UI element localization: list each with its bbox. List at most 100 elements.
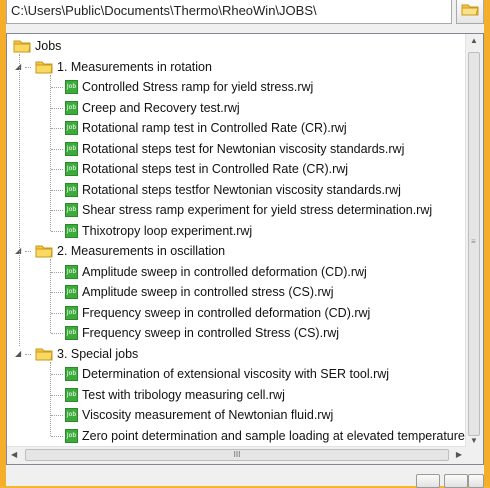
job-file-icon: Job xyxy=(65,121,78,135)
tree-item-label: Test with tribology measuring cell.rwj xyxy=(82,387,285,402)
job-file-icon: Job xyxy=(65,182,78,197)
tree-item-label: Creep and Recovery test.rwj xyxy=(82,100,240,115)
horizontal-scrollbar[interactable]: ◀ III ▶ xyxy=(7,446,466,464)
jobs-tree[interactable]: Jobs ◢ 1. Measurements in rotation Job Cont… xyxy=(6,33,484,465)
tree-connector xyxy=(50,361,51,436)
tree-item[interactable]: Job Rotational steps test in Controlled R… xyxy=(65,159,348,179)
job-file-icon: Job xyxy=(65,162,78,176)
tree-item-label: Frequency sweep in controlled Stress (CS… xyxy=(82,326,340,340)
scroll-down-icon[interactable]: ▼ xyxy=(470,436,478,445)
tree-connector xyxy=(51,374,63,375)
tree-item-label: Amplitude sweep in controlled deformatio… xyxy=(82,264,367,279)
job-file-icon: Job xyxy=(65,387,78,402)
tree-group-label: 2. Measurements in oscillation xyxy=(57,244,226,258)
tree-item[interactable]: Job Frequency sweep in controlled Stress … xyxy=(65,323,339,343)
job-file-icon: Job xyxy=(65,285,78,299)
tree-item-label: Rotational ramp test in Controlled Rate … xyxy=(82,121,347,135)
tree-group-2[interactable]: 2. Measurements in oscillation xyxy=(35,241,225,261)
tree-connector xyxy=(51,107,63,109)
tree-connector xyxy=(25,66,31,68)
tree-item-label: Thixotropy loop experiment.rwj xyxy=(82,223,253,238)
scroll-up-icon[interactable]: ▲ xyxy=(470,36,478,45)
tree-item[interactable]: Job Rotational ramp test in Controlled Ra… xyxy=(65,118,347,138)
tree-connector xyxy=(51,189,63,191)
folder-open-icon xyxy=(461,2,479,21)
tree-item[interactable]: Job Frequency sweep in controlled deforma… xyxy=(65,303,370,323)
tree-item-label: Shear stress ramp experiment for yield s… xyxy=(82,203,433,217)
tree-item[interactable]: Job Rotational steps testfor Newtonian vi… xyxy=(65,180,401,200)
tree-item-label: Zero point determination and sample load… xyxy=(82,428,466,443)
tree-item-label: Rotational steps testfor Newtonian visco… xyxy=(82,182,401,197)
tree-item[interactable]: Job Controlled Stress ramp for yield stre… xyxy=(65,77,313,97)
folder-open-icon xyxy=(13,39,31,53)
tree-item[interactable]: Job Rotational steps test for Newtonian v… xyxy=(65,139,404,159)
path-field[interactable]: C:\Users\Public\Documents\Thermo\RheoWin… xyxy=(6,0,452,24)
folder-open-icon xyxy=(35,347,53,361)
tree-item-label: Controlled Stress ramp for yield stress.… xyxy=(82,80,314,94)
horizontal-scroll-thumb[interactable]: III xyxy=(25,449,449,461)
tree-item-label: Rotational steps test in Controlled Rate… xyxy=(82,162,349,176)
tree-group-3[interactable]: 3. Special jobs xyxy=(35,344,138,364)
browse-folder-button[interactable] xyxy=(456,0,484,24)
job-file-icon: Job xyxy=(65,428,78,443)
tree-item[interactable]: Job Thixotropy loop experiment.rwj xyxy=(65,221,252,241)
job-file-icon: Job xyxy=(65,305,78,320)
tree-connector xyxy=(50,74,51,231)
job-file-icon: Job xyxy=(65,141,78,156)
tree-connector xyxy=(51,148,63,150)
tree-item[interactable]: Job Amplitude sweep in controlled deforma… xyxy=(65,262,367,282)
tree-connector xyxy=(51,271,63,273)
tree-item-label: Rotational steps test for Newtonian visc… xyxy=(82,141,405,156)
folder-open-icon xyxy=(35,244,53,258)
scroll-left-icon[interactable]: ◀ xyxy=(11,450,17,459)
tree-item-label: Frequency sweep in controlled deformatio… xyxy=(82,305,371,320)
tree-connector xyxy=(19,54,20,346)
tree-item-label: Amplitude sweep in controlled stress (CS… xyxy=(82,285,334,299)
job-file-icon: Job xyxy=(65,100,78,115)
job-file-icon: Job xyxy=(65,80,78,94)
scroll-corner xyxy=(466,447,483,464)
tree-group-label: 3. Special jobs xyxy=(57,346,139,361)
tree-connector xyxy=(51,415,63,416)
tree-group-label: 1. Measurements in rotation xyxy=(57,59,212,74)
collapse-arrow-icon[interactable]: ◢ xyxy=(15,349,24,358)
grip-icon: ≡ xyxy=(471,237,476,246)
tree-item[interactable]: Job Zero point determination and sample l… xyxy=(65,426,466,446)
tree-connector xyxy=(25,353,31,355)
scroll-right-icon[interactable]: ▶ xyxy=(456,450,462,459)
job-file-icon: Job xyxy=(65,408,78,422)
tree-item[interactable]: Job Shear stress ramp experiment for yiel… xyxy=(65,200,432,220)
tree-connector xyxy=(25,251,31,252)
job-file-icon: Job xyxy=(65,326,78,340)
folder-open-icon xyxy=(35,60,53,74)
tree-connector xyxy=(51,435,63,437)
tree-connector xyxy=(51,292,63,293)
tree-item[interactable]: Job Test with tribology measuring cell.rw… xyxy=(65,385,285,405)
tree-connector xyxy=(51,210,63,211)
tree-group-1[interactable]: 1. Measurements in rotation xyxy=(35,57,212,77)
tree-connector xyxy=(51,312,63,314)
tree-connector xyxy=(51,333,63,334)
tree-root-jobs[interactable]: Jobs xyxy=(13,36,61,56)
tree-connector xyxy=(51,394,63,396)
tree-item-label: Viscosity measurement of Newtonian fluid… xyxy=(82,408,334,422)
vertical-scrollbar[interactable]: ▲ ≡ ▼ xyxy=(465,34,483,447)
bottom-button-bar xyxy=(6,469,484,488)
tree-item[interactable]: Job Creep and Recovery test.rwj xyxy=(65,98,240,118)
job-file-icon: Job xyxy=(65,264,78,279)
tree-root-label: Jobs xyxy=(35,39,62,53)
tree-connector xyxy=(51,169,63,170)
tree-connector xyxy=(51,230,63,232)
tree-item-label: Determination of extensional viscosity w… xyxy=(82,367,390,381)
tree-connector xyxy=(51,87,63,88)
tree-connector xyxy=(51,128,63,129)
tree-item[interactable]: Job Determination of extensional viscosit… xyxy=(65,364,389,384)
job-file-icon: Job xyxy=(65,367,78,381)
tree-item[interactable]: Job Amplitude sweep in controlled stress … xyxy=(65,282,333,302)
tree-connector xyxy=(50,259,51,333)
tree-rows: Jobs ◢ 1. Measurements in rotation Job Cont… xyxy=(7,34,466,447)
job-file-icon: Job xyxy=(65,203,78,217)
tree-item[interactable]: Job Viscosity measurement of Newtonian fl… xyxy=(65,405,333,425)
vertical-scroll-thumb[interactable]: ≡ xyxy=(468,52,480,436)
job-file-icon: Job xyxy=(65,223,78,238)
